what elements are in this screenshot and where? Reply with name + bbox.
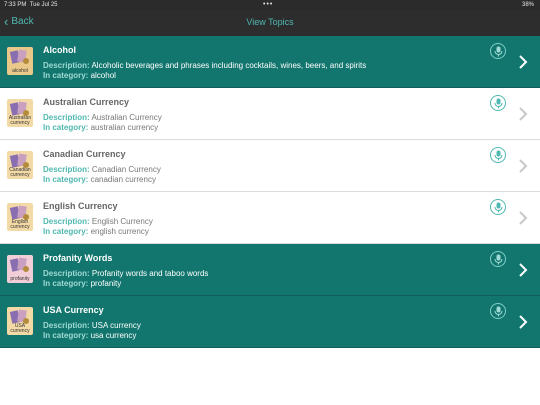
chevron-right-icon	[519, 159, 528, 173]
status-time-date: 7:33 PM Tue Jul 25	[4, 2, 58, 8]
topic-thumbnail: profanity	[7, 255, 33, 283]
thumbnail-caption: Canadian currency	[9, 167, 31, 178]
topic-title: USA Currency	[43, 305, 104, 315]
microphone-button[interactable]	[490, 95, 506, 111]
topic-category: In category: usa currency	[43, 331, 137, 340]
chevron-right-icon	[519, 107, 528, 121]
topic-category: In category: canadian currency	[43, 175, 156, 184]
thumbnail-caption: Australian currency	[8, 115, 32, 126]
topic-description: Description: Canadian Currency	[43, 165, 161, 174]
status-bar: 7:33 PM Tue Jul 25 ••• 38%	[0, 0, 540, 10]
chevron-right-icon	[519, 315, 528, 329]
chevron-right-icon	[519, 263, 528, 277]
page-title: View Topics	[246, 17, 294, 27]
microphone-button[interactable]	[490, 251, 506, 267]
topic-description: Description: Profanity words and taboo w…	[43, 269, 209, 278]
topic-title: Canadian Currency	[43, 149, 126, 159]
topic-title: Alcohol	[43, 45, 76, 55]
microphone-icon	[494, 306, 503, 317]
topic-thumbnail: English currency	[7, 203, 33, 231]
topic-title: English Currency	[43, 201, 118, 211]
topic-row[interactable]: profanity Profanity Words Description: P…	[0, 244, 540, 296]
thumbnail-caption: alcohol	[12, 68, 28, 74]
thumbnail-caption: English currency	[10, 219, 30, 230]
microphone-button[interactable]	[490, 303, 506, 319]
microphone-button[interactable]	[490, 43, 506, 59]
thumbnail-caption: profanity	[10, 276, 30, 282]
topic-description: Description: USA currency	[43, 321, 141, 330]
topic-category: In category: profanity	[43, 279, 122, 288]
multitask-dots[interactable]: •••	[263, 1, 273, 8]
thumbnail-caption: USA currency	[10, 323, 30, 334]
topic-title: Profanity Words	[43, 253, 113, 263]
navigation-bar: ‹ Back View Topics	[0, 10, 540, 36]
microphone-button[interactable]	[490, 199, 506, 215]
topic-row[interactable]: Canadian currency Canadian Currency Desc…	[0, 140, 540, 192]
topic-row[interactable]: alcohol Alcohol Description: Alcoholic b…	[0, 36, 540, 88]
microphone-icon	[494, 202, 503, 213]
topic-row[interactable]: English currency English Currency Descri…	[0, 192, 540, 244]
topic-description: Description: Australian Currency	[43, 113, 162, 122]
chevron-right-icon	[519, 55, 528, 69]
topic-thumbnail: USA currency	[7, 307, 33, 335]
topic-row[interactable]: USA currency USA Currency Description: U…	[0, 296, 540, 348]
topic-list: alcohol Alcohol Description: Alcoholic b…	[0, 36, 540, 348]
microphone-icon	[494, 98, 503, 109]
topic-thumbnail: alcohol	[7, 47, 33, 75]
microphone-icon	[494, 46, 503, 57]
microphone-button[interactable]	[490, 147, 506, 163]
topic-category: In category: english currency	[43, 227, 149, 236]
topic-thumbnail: Canadian currency	[7, 151, 33, 179]
topic-category: In category: australian currency	[43, 123, 159, 132]
topic-thumbnail: Australian currency	[7, 99, 33, 127]
topic-category: In category: alcohol	[43, 71, 116, 80]
topic-image-icon	[9, 257, 29, 272]
topic-image-icon	[9, 49, 29, 64]
topic-row[interactable]: Australian currency Australian Currency …	[0, 88, 540, 140]
microphone-icon	[494, 150, 503, 161]
battery-indicator: 38%	[521, 2, 534, 8]
topic-description: Description: English Currency	[43, 217, 153, 226]
topic-description: Description: Alcoholic beverages and phr…	[43, 61, 367, 70]
chevron-right-icon	[519, 211, 528, 225]
topic-title: Australian Currency	[43, 97, 130, 107]
microphone-icon	[494, 254, 503, 265]
